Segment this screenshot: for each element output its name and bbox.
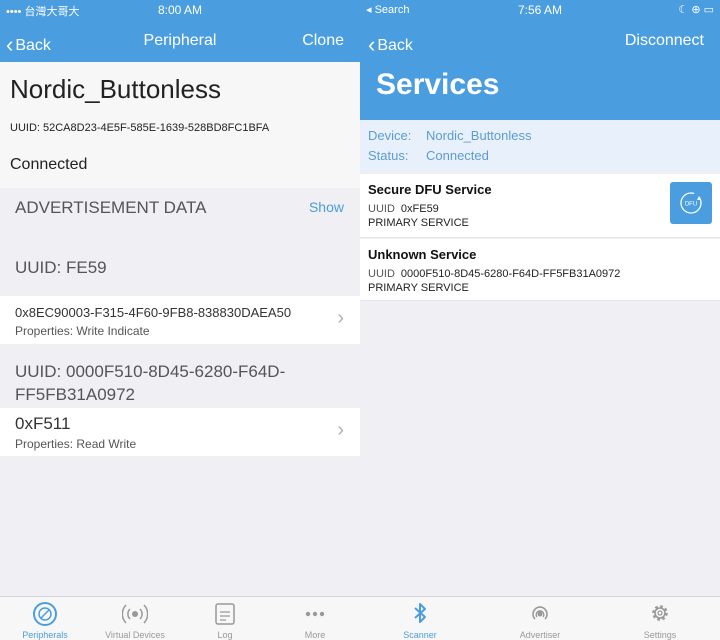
advertiser-icon (532, 606, 548, 620)
characteristic-name: 0x8EC90003-F315-4F60-9FB8-838830DAEA50 (15, 305, 292, 320)
status-right-icons: ☾ ⊕ ▭ (678, 4, 714, 16)
uuid-value: 0xFE59 (400, 203, 439, 215)
back-button[interactable]: ‹ Back (368, 30, 413, 57)
device-key: Device: (368, 128, 412, 143)
status-value: Connected (426, 148, 489, 163)
tab-bar: Peripherals Virtual Devices Log More (0, 596, 360, 640)
tab-log[interactable]: Log (180, 597, 270, 640)
service-row[interactable]: Secure DFU Service UUID 0xFE59 PRIMARY SE… (360, 174, 720, 238)
device-name: Nordic_Buttonless (10, 74, 221, 104)
service-name: Unknown Service (368, 247, 477, 262)
status-time: 7:56 AM (517, 3, 563, 17)
peripherals-icon (33, 602, 57, 626)
tab-scanner[interactable]: Scanner (360, 597, 480, 640)
right-screen: ◂ Search 7:56 AM ☾ ⊕ ▭ ‹ Back Disconnect … (360, 0, 720, 640)
tab-label: Scanner (403, 630, 437, 640)
service-header: UUID: FE59 (15, 258, 107, 277)
left-screen: •••• 台灣大哥大 8:00 AM ⊕ ◑ ▭ ‹Back Periphera… (0, 0, 360, 640)
service-row[interactable]: Unknown Service UUID 0000F510-8D45-6280-F… (360, 239, 720, 301)
tab-advertiser[interactable]: Advertiser (480, 597, 600, 640)
chevron-right-icon: › (337, 307, 344, 329)
tab-peripherals[interactable]: Peripherals (0, 597, 90, 640)
characteristic-properties: Properties: Write Indicate (15, 324, 150, 338)
nav-bar: ‹ Back Disconnect Services (360, 20, 720, 120)
log-icon (215, 603, 235, 625)
uuid-label: UUID (368, 268, 395, 280)
show-advertisement-button[interactable]: Show (309, 199, 344, 215)
more-icon (305, 611, 325, 617)
status-time: 8:00 AM (157, 3, 203, 17)
service-name: Secure DFU Service (368, 182, 492, 197)
advertisement-header: ADVERTISEMENT DATA (15, 198, 207, 217)
connection-state: Connected (10, 156, 88, 173)
tab-label: Peripherals (22, 630, 68, 640)
page-title: Services (376, 68, 500, 101)
service-uuid: UUID 0xFE59 (368, 203, 439, 215)
dfu-button[interactable]: DFU (670, 182, 712, 224)
tab-label: Advertiser (519, 630, 561, 640)
status-bar: ◂ Search 7:56 AM ☾ ⊕ ▭ (360, 0, 720, 20)
characteristic-properties: Properties: Read Write (15, 437, 137, 451)
service-type: PRIMARY SERVICE (368, 282, 469, 294)
service-type: PRIMARY SERVICE (368, 217, 469, 229)
back-label: Back (377, 37, 413, 54)
tab-virtual-devices[interactable]: Virtual Devices (90, 597, 180, 640)
characteristic-row[interactable]: 0x8EC90003-F315-4F60-9FB8-838830DAEA50 P… (0, 296, 360, 344)
device-uuid: UUID: 52CA8D23-4E5F-585E-1639-528BD8FC1B… (10, 122, 270, 134)
device-header: Nordic_Buttonless UUID: 52CA8D23-4E5F-58… (0, 62, 360, 188)
tab-bar: Scanner Advertiser Settings (360, 596, 720, 640)
characteristic-name: 0xF511 (15, 414, 71, 433)
device-value: Nordic_Buttonless (426, 128, 532, 143)
device-info: Device: Nordic_Buttonless Status: Connec… (360, 120, 720, 172)
characteristic-row[interactable]: 0xF511 Properties: Read Write › (0, 408, 360, 456)
uuid-value: 0000F510-8D45-6280-F64D-FF5FB31A0972 (400, 268, 621, 280)
uuid-label: UUID (368, 203, 395, 215)
chevron-left-icon: ‹ (368, 32, 376, 57)
gear-icon (652, 605, 668, 621)
disconnect-button[interactable]: Disconnect (625, 32, 704, 50)
status-key: Status: (368, 148, 409, 163)
dfu-label: DFU (685, 202, 697, 208)
clone-button[interactable]: Clone (302, 32, 344, 50)
status-bar: •••• 台灣大哥大 8:00 AM ⊕ ◑ ▭ (0, 0, 360, 20)
tab-label: More (304, 630, 326, 640)
tab-label: Log (217, 630, 233, 640)
nav-bar: ‹ Back Peripheral Clone (0, 20, 360, 62)
tab-label: Virtual Devices (105, 630, 165, 640)
tab-settings[interactable]: Settings (600, 597, 720, 640)
tab-more[interactable]: More (270, 597, 360, 640)
bluetooth-icon (414, 603, 426, 623)
tab-label: Settings (643, 630, 677, 640)
service-uuid: UUID 0000F510-8D45-6280-F64D-FF5FB31A0972 (368, 268, 620, 280)
service-header: UUID: 0000F510-8D45-6280-F64D-FF5FB31A09… (15, 362, 286, 404)
broadcast-icon (122, 604, 148, 624)
chevron-right-icon: › (337, 419, 344, 441)
dfu-icon: DFU (680, 192, 702, 214)
